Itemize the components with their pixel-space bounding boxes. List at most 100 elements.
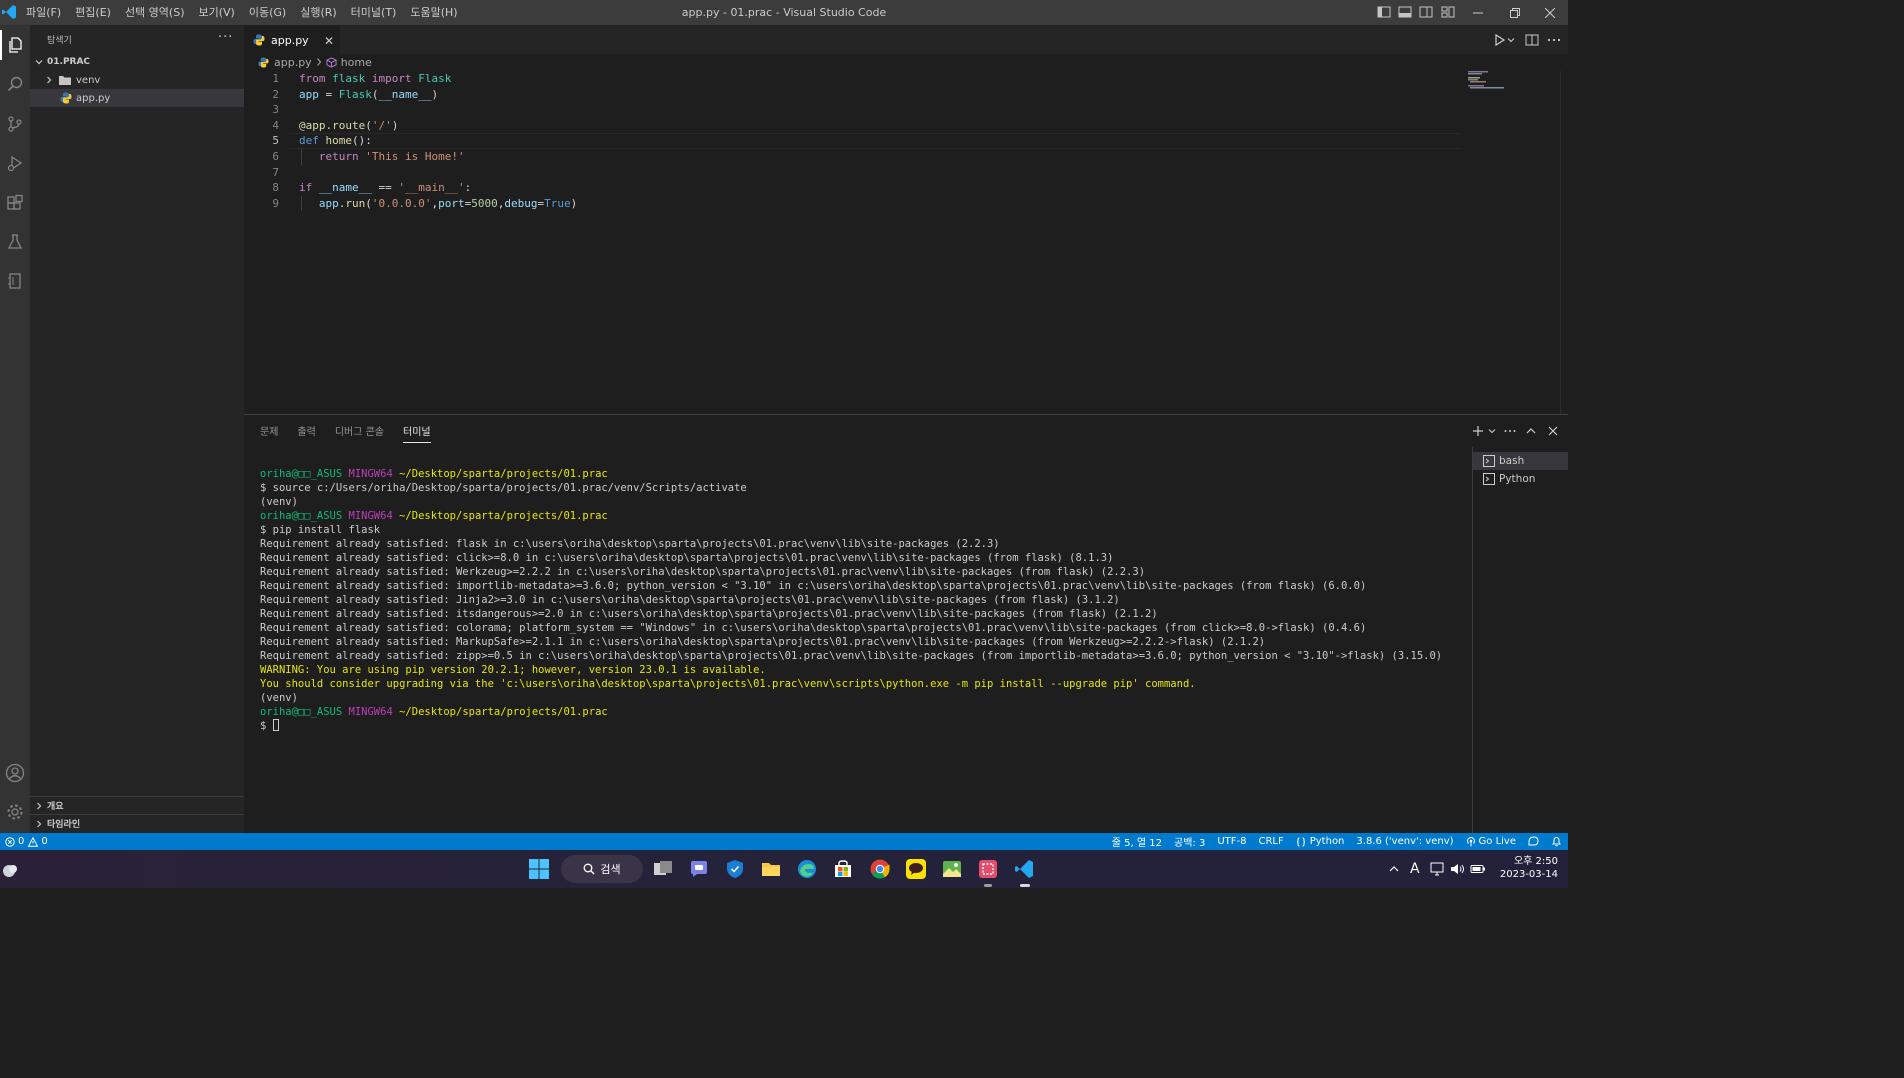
search-icon[interactable] xyxy=(0,69,30,99)
menu-edit[interactable]: 편집(E) xyxy=(68,0,118,25)
terminal-line: $ source c:/Users/oriha/Desktop/sparta/p… xyxy=(260,482,747,494)
encoding[interactable]: UTF-8 xyxy=(1217,836,1246,847)
tray-overflow-chevron-up-icon[interactable] xyxy=(1388,863,1400,875)
tree-item-label: app.py xyxy=(76,92,111,104)
kakaotalk-icon[interactable] xyxy=(905,858,927,880)
vscode-taskbar-icon[interactable] xyxy=(1013,858,1035,880)
tree-item-venv[interactable]: venv xyxy=(30,71,244,89)
notifications-bell-icon[interactable] xyxy=(1551,836,1562,847)
go-live-button[interactable]: Go Live xyxy=(1466,836,1516,847)
network-icon[interactable] xyxy=(1430,862,1446,876)
snipping-tool-icon[interactable] xyxy=(977,858,999,880)
close-panel-icon[interactable] xyxy=(1545,423,1561,439)
microsoft-store-icon[interactable] xyxy=(832,858,854,880)
edge-browser-icon[interactable] xyxy=(796,858,818,880)
status-right: 줄 5, 열 12 공백: 3 UTF-8 CRLF Python 3.8.6 … xyxy=(1100,833,1562,850)
terminal-line: Requirement already satisfied: click>=8.… xyxy=(260,552,1114,564)
terminal-instance-bash[interactable]: bash xyxy=(1473,452,1568,470)
terminal-prompt-line: oriha@□□_ASUS MINGW64 ~/Desktop/sparta/p… xyxy=(260,468,608,480)
workspace-folder-header[interactable]: 01.PRAC xyxy=(30,53,244,71)
testing-icon[interactable] xyxy=(0,227,30,257)
breadcrumb-symbol[interactable]: home xyxy=(341,56,372,69)
feedback-icon[interactable] xyxy=(1528,836,1539,847)
task-view-icon[interactable] xyxy=(652,858,674,880)
weather-widget-icon[interactable] xyxy=(0,860,22,882)
tab-close-icon[interactable]: ✕ xyxy=(324,34,334,48)
explorer-icon[interactable] xyxy=(0,30,30,60)
indentation[interactable]: 공백: 3 xyxy=(1174,834,1205,849)
editor-more-actions-icon[interactable] xyxy=(1546,32,1562,48)
restore-icon[interactable] xyxy=(1497,0,1533,25)
python-interpreter[interactable]: 3.8.6 ('venv': venv) xyxy=(1356,836,1453,847)
section-outline[interactable]: 개요 xyxy=(30,796,244,814)
line-number: 5 xyxy=(272,134,279,148)
file-explorer-icon[interactable] xyxy=(760,858,782,880)
security-shield-icon[interactable] xyxy=(724,858,746,880)
ime-indicator[interactable]: A xyxy=(1410,861,1420,877)
terminal-prompt-line: oriha@□□_ASUS MINGW64 ~/Desktop/sparta/p… xyxy=(260,510,608,522)
toggle-panel-icon[interactable] xyxy=(1397,4,1413,20)
chrome-browser-icon[interactable] xyxy=(869,858,891,880)
taskbar-clock[interactable]: 오후 2:50 2023-03-14 xyxy=(1500,855,1558,881)
end-of-line[interactable]: CRLF xyxy=(1258,836,1283,847)
braces-icon xyxy=(1296,837,1305,846)
tree-item-app-py[interactable]: app.py xyxy=(30,89,244,107)
close-window-icon[interactable] xyxy=(1532,0,1568,25)
tab-app-py[interactable]: app.py ✕ xyxy=(244,25,340,54)
section-timeline[interactable]: 타임라인 xyxy=(30,814,244,832)
source-control-icon[interactable] xyxy=(0,109,30,139)
menu-file[interactable]: 파일(F) xyxy=(19,0,68,25)
tab-problems[interactable]: 문제 xyxy=(260,423,278,443)
workspace-folder-name: 01.PRAC xyxy=(47,57,91,67)
breadcrumb-file[interactable]: app.py xyxy=(274,56,312,69)
code-editor[interactable]: 1 from flask import Flask 2 app = Flask(__… xyxy=(244,71,1461,212)
customize-layout-icon[interactable] xyxy=(1440,4,1456,20)
toggle-primary-sidebar-icon[interactable] xyxy=(1376,4,1392,20)
system-tray: A xyxy=(1388,850,1486,888)
minimap[interactable] xyxy=(1468,71,1508,91)
code-line: 6 return 'This is Home!' xyxy=(244,148,1460,165)
python-file-icon xyxy=(258,56,269,68)
run-dropdown-chevron-icon[interactable] xyxy=(1506,32,1522,48)
manage-gear-icon[interactable] xyxy=(0,797,30,827)
toggle-secondary-sidebar-icon[interactable] xyxy=(1418,4,1434,20)
windows-start-icon[interactable] xyxy=(528,858,550,880)
menu-run[interactable]: 실행(R) xyxy=(293,0,343,25)
menu-selection[interactable]: 선택 영역(S) xyxy=(118,0,192,25)
menu-terminal[interactable]: 터미널(T) xyxy=(344,0,404,25)
menu-help[interactable]: 도움말(H) xyxy=(403,0,464,25)
editor-scrollbar[interactable] xyxy=(1560,71,1568,414)
line-number: 6 xyxy=(272,149,279,163)
terminal-dropdown-chevron-icon[interactable] xyxy=(1484,423,1500,439)
code-line: 2 app = Flask(__name__) xyxy=(244,87,1460,103)
terminal-instance-python[interactable]: Python xyxy=(1473,470,1568,488)
minimize-icon[interactable] xyxy=(1460,0,1496,25)
problems-status[interactable]: 0 0 xyxy=(5,836,48,847)
vscode-logo-icon[interactable] xyxy=(0,3,18,21)
terminal-output[interactable]: oriha@□□_ASUS MINGW64 ~/Desktop/sparta/p… xyxy=(260,467,1460,733)
taskbar-search[interactable]: 검색 xyxy=(561,855,643,883)
sidebar-more-actions-icon[interactable]: ··· xyxy=(218,30,233,45)
folder-icon xyxy=(59,76,71,85)
vscode-running-indicator xyxy=(1020,884,1030,887)
maximize-panel-chevron-up-icon[interactable] xyxy=(1523,423,1539,439)
tab-label: app.py xyxy=(271,33,309,47)
menu-go[interactable]: 이동(G) xyxy=(242,0,293,25)
split-editor-icon[interactable] xyxy=(1524,32,1540,48)
language-mode[interactable]: Python xyxy=(1296,836,1344,847)
cursor-position[interactable]: 줄 5, 열 12 xyxy=(1112,834,1162,849)
tab-terminal[interactable]: 터미널 xyxy=(403,423,431,443)
extensions-icon[interactable] xyxy=(0,188,30,218)
tab-output[interactable]: 출력 xyxy=(297,423,315,443)
terminal-line: Requirement already satisfied: itsdanger… xyxy=(260,608,1158,620)
tab-debug-console[interactable]: 디버그 콘솔 xyxy=(335,423,384,443)
menu-view[interactable]: 보기(V) xyxy=(191,0,241,25)
run-debug-icon[interactable] xyxy=(0,148,30,178)
battery-icon[interactable] xyxy=(1470,862,1486,876)
teams-chat-icon[interactable] xyxy=(688,858,710,880)
volume-icon[interactable] xyxy=(1450,862,1466,876)
photo-viewer-icon[interactable] xyxy=(941,858,963,880)
remote-explorer-icon[interactable] xyxy=(0,266,30,296)
accounts-icon[interactable] xyxy=(0,758,30,788)
panel-more-actions-icon[interactable] xyxy=(1502,423,1518,439)
